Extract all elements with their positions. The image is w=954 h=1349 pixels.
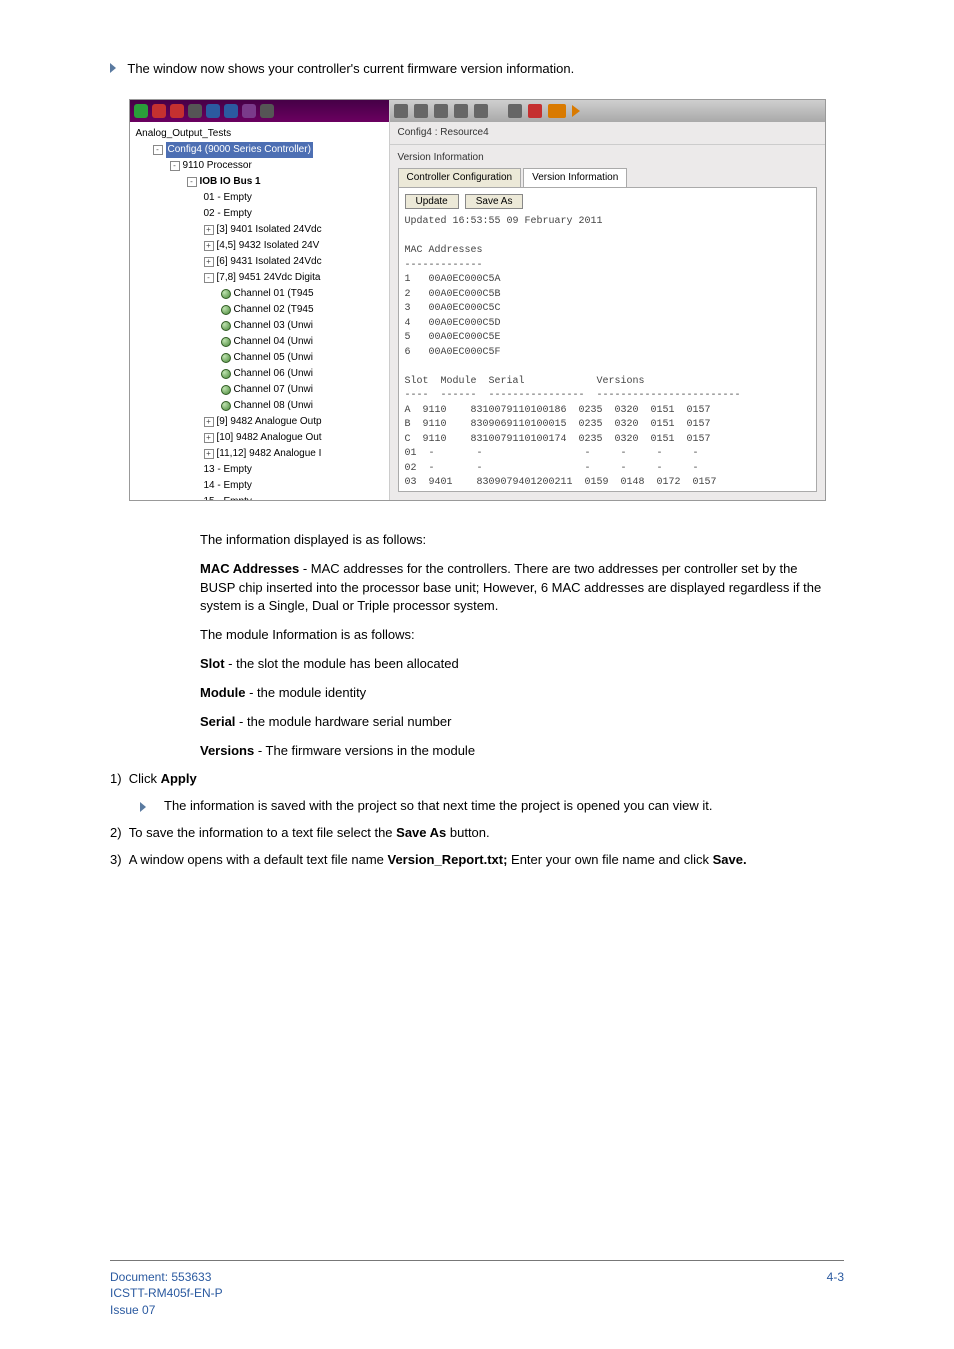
mac-row: 1 00A0EC000C5A	[405, 273, 810, 288]
intro-bullet: The window now shows your controller's c…	[110, 60, 844, 79]
updated-line: Updated 16:53:55 09 February 2011	[405, 215, 810, 230]
arrow-icon	[140, 802, 146, 812]
right-toolbar	[390, 100, 825, 122]
tree-slot[interactable]: [3] 9401 Isolated 24Vdc	[217, 222, 322, 238]
table-row: B 9110 8309069110100015 0235 0320 0151 0…	[405, 418, 810, 433]
tree-slot[interactable]: 15 - Empty	[204, 494, 252, 500]
mac-paragraph: MAC Addresses - MAC addresses for the co…	[200, 560, 824, 617]
save-as-button[interactable]: Save As	[465, 194, 524, 209]
footer-code: ICSTT-RM405f-EN-P	[110, 1285, 223, 1302]
table-row: 03 9401 8309079401200211 0159 0148 0172 …	[405, 476, 810, 491]
footer-doc: Document: 553633	[110, 1269, 223, 1286]
mac-header: MAC Addresses	[405, 244, 810, 259]
tree-config[interactable]: Config4 (9000 Series Controller)	[166, 142, 313, 158]
table-row: 01 - - - - - -	[405, 447, 810, 462]
table-row: 04 9432 7508089432100001 0159 0148 0172 …	[405, 491, 810, 492]
tree-channel[interactable]: Channel 04 (Unwi	[234, 334, 314, 350]
field-slot: Slot - the slot the module has been allo…	[200, 655, 824, 674]
tree-slot[interactable]: 02 - Empty	[204, 206, 252, 222]
step-3: 3) A window opens with a default text fi…	[110, 851, 824, 870]
tree-channel[interactable]: Channel 03 (Unwi	[234, 318, 314, 334]
tree-slot[interactable]: 14 - Empty	[204, 478, 252, 494]
tree-channel[interactable]: Channel 06 (Unwi	[234, 366, 314, 382]
tree-iobus[interactable]: IOB IO Bus 1	[200, 174, 261, 190]
tree-slot[interactable]: [6] 9431 Isolated 24Vdc	[217, 254, 322, 270]
version-pane: Update Save As Updated 16:53:55 09 Febru…	[398, 187, 817, 492]
tree-slot[interactable]: [9] 9482 Analogue Outp	[217, 414, 322, 430]
page-footer: Document: 553633 ICSTT-RM405f-EN-P Issue…	[110, 1260, 844, 1319]
mac-row: 3 00A0EC000C5C	[405, 302, 810, 317]
left-toolbar	[130, 100, 389, 122]
tree-view[interactable]: Analog_Output_Tests -Config4 (9000 Serie…	[130, 122, 389, 500]
footer-issue: Issue 07	[110, 1302, 223, 1319]
screenshot-region: Analog_Output_Tests -Config4 (9000 Serie…	[129, 99, 826, 501]
table-row: A 9110 8310079110100186 0235 0320 0151 0…	[405, 404, 810, 419]
tree-slot[interactable]: 01 - Empty	[204, 190, 252, 206]
breadcrumb: Config4 : Resource4	[390, 122, 825, 146]
body-text: The information displayed is as follows:…	[110, 531, 844, 870]
tree-channel[interactable]: Channel 05 (Unwi	[234, 350, 314, 366]
mac-row: 2 00A0EC000C5B	[405, 288, 810, 303]
tree-slot[interactable]: [10] 9482 Analogue Out	[217, 430, 322, 446]
tree-root[interactable]: Analog_Output_Tests	[136, 126, 232, 142]
mac-label: MAC Addresses	[200, 561, 299, 576]
field-module: Module - the module identity	[200, 684, 824, 703]
tree-channel[interactable]: Channel 08 (Unwi	[234, 398, 314, 414]
mod-intro: The module Information is as follows:	[200, 626, 824, 645]
arrow-icon	[110, 63, 116, 73]
intro-text: The window now shows your controller's c…	[127, 61, 574, 76]
footer-page: 4-3	[827, 1269, 844, 1319]
tree-slot[interactable]: [7,8] 9451 24Vdc Digita	[217, 270, 321, 286]
mac-row: 5 00A0EC000C5E	[405, 331, 810, 346]
section-title: Version Information	[390, 145, 825, 168]
tree-channel[interactable]: Channel 07 (Unwi	[234, 382, 314, 398]
step-1: 1) Click Apply The information is saved …	[110, 770, 824, 816]
field-serial: Serial - the module hardware serial numb…	[200, 713, 824, 732]
tree-slot[interactable]: 13 - Empty	[204, 462, 252, 478]
update-button[interactable]: Update	[405, 194, 459, 209]
mac-row: 4 00A0EC000C5D	[405, 317, 810, 332]
table-row: 02 - - - - - -	[405, 462, 810, 477]
mac-row: 6 00A0EC000C5F	[405, 346, 810, 361]
tab-version-info[interactable]: Version Information	[523, 168, 627, 188]
table-row: C 9110 8310079110100174 0235 0320 0151 0…	[405, 433, 810, 448]
field-versions: Versions - The firmware versions in the …	[200, 742, 824, 761]
tree-processor[interactable]: 9110 Processor	[183, 158, 252, 174]
tree-slot[interactable]: [4,5] 9432 Isolated 24V	[217, 238, 320, 254]
disp-intro: The information displayed is as follows:	[200, 531, 824, 550]
step-1-sub: The information is saved with the projec…	[110, 797, 824, 816]
tree-slot[interactable]: [11,12] 9482 Analogue I	[217, 446, 322, 462]
tab-controller-config[interactable]: Controller Configuration	[398, 168, 522, 188]
tree-channel[interactable]: Channel 01 (T945	[234, 286, 314, 302]
table-header: Slot Module Serial Versions	[405, 375, 810, 390]
tree-channel[interactable]: Channel 02 (T945	[234, 302, 314, 318]
step-2: 2) To save the information to a text fil…	[110, 824, 824, 843]
